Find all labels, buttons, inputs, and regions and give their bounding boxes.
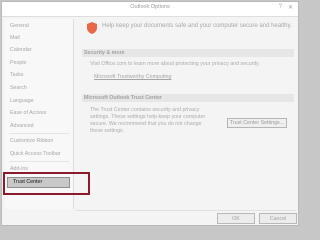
sidebar-item-people[interactable]: People	[5, 58, 71, 68]
close-icon[interactable]: ✕	[288, 4, 293, 11]
trust-center-highlight	[3, 172, 90, 195]
trust-center-text-line: The Trust Center contains security and p…	[90, 107, 200, 113]
sidebar-item-mail[interactable]: Mail	[5, 33, 71, 43]
security-description: Visit Office.com to learn more about pro…	[90, 61, 260, 67]
ok-button[interactable]: OK	[217, 213, 255, 224]
trust-center-text-line: settings. These settings help keep your …	[90, 114, 206, 120]
sidebar-item-general[interactable]: General	[5, 21, 71, 31]
trustworthy-computing-link[interactable]: Microsoft Trustworthy Computing	[94, 74, 171, 80]
help-icon[interactable]: ?	[279, 4, 282, 10]
sidebar-item-calendar[interactable]: Calendar	[5, 45, 71, 55]
sidebar-item-ease-of-access[interactable]: Ease of Access	[5, 108, 71, 118]
sidebar-item-search[interactable]: Search	[5, 83, 71, 93]
sidebar-item-customize-ribbon[interactable]: Customize Ribbon	[5, 136, 71, 146]
trust-center-text-line: secure. We recommend that you do not cha…	[90, 121, 202, 127]
trust-center-text-line: these settings.	[90, 128, 125, 134]
sidebar-item-language[interactable]: Language	[5, 96, 71, 106]
outlook-options-dialog: Outlook Options ? ✕ General Mail Calenda…	[1, 1, 299, 226]
page-heading: Help keep your documents safe and your c…	[102, 23, 292, 29]
section-header-security: Security & more	[82, 49, 294, 57]
sidebar-item-tasks[interactable]: Tasks	[5, 70, 71, 80]
dialog-title: Outlook Options	[130, 4, 170, 10]
cancel-button[interactable]: Cancel	[259, 213, 297, 224]
footer-divider	[76, 210, 296, 211]
trust-center-panel: Help keep your documents safe and your c…	[80, 19, 296, 209]
shield-icon	[87, 22, 97, 34]
title-bar: Outlook Options ? ✕	[2, 2, 298, 17]
sidebar-item-quick-access-toolbar[interactable]: Quick Access Toolbar	[5, 149, 71, 159]
trust-center-settings-button[interactable]: Trust Center Settings...	[227, 118, 287, 128]
sidebar-item-advanced[interactable]: Advanced	[5, 121, 71, 131]
sidebar-divider	[9, 133, 69, 134]
section-header-trust-center: Microsoft Outlook Trust Center	[82, 94, 294, 102]
sidebar-divider	[9, 161, 69, 162]
